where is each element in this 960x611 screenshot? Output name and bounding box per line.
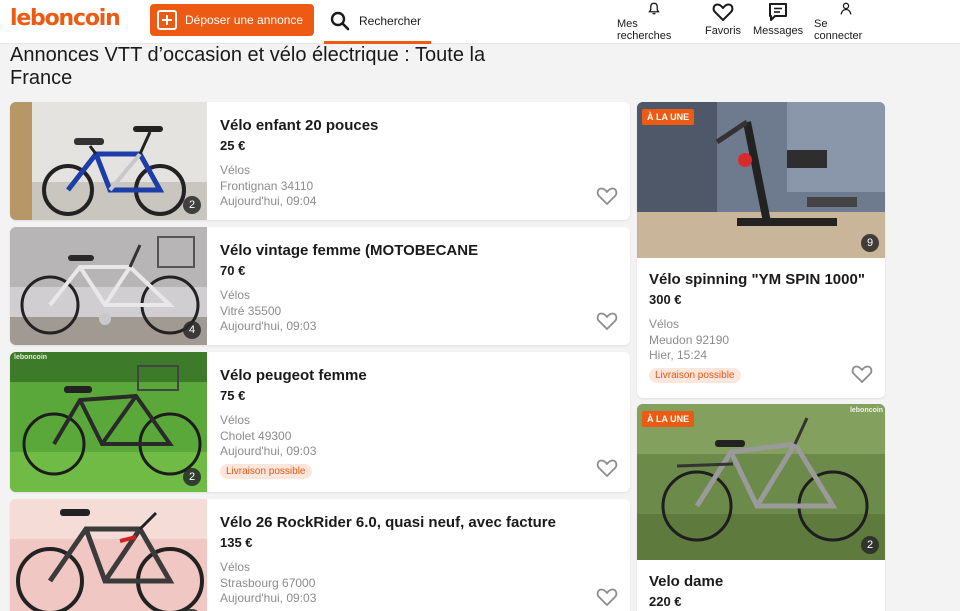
listing-category: Vélos (649, 317, 680, 331)
listing-title[interactable]: Vélo vintage femme (MOTOBECANE (220, 241, 590, 261)
listing-title[interactable]: Vélo 26 RockRider 6.0, quasi neuf, avec … (220, 513, 590, 533)
photo-count: 4 (183, 321, 201, 339)
photo-count: 2 (861, 536, 879, 554)
listing-card[interactable]: 10 Vélo 26 RockRider 6.0, quasi neuf, av… (10, 499, 630, 611)
listing-category: Vélos (220, 163, 251, 177)
delivery-badge: Livraison possible (220, 463, 312, 479)
top-header: leboncoin Déposer une annonce Rechercher… (0, 0, 960, 44)
listing-location: Cholet 49300 (220, 428, 292, 443)
post-ad-label: Déposer une annonce (185, 13, 304, 27)
listing-title[interactable]: Vélo enfant 20 pouces (220, 116, 590, 136)
listing-location: Frontignan 34110 (220, 178, 314, 193)
nav-favorites[interactable]: Favoris (703, 2, 743, 42)
listing-category: Vélos (220, 560, 251, 574)
nav-login[interactable]: Se connecter (814, 2, 878, 42)
chat-icon (769, 3, 787, 21)
site-logo[interactable]: leboncoin (10, 6, 121, 31)
photo-count: 2 (183, 468, 201, 486)
listing-date: Aujourd'hui, 09:03 (220, 591, 317, 605)
post-ad-button[interactable]: Déposer une annonce (150, 4, 314, 36)
nav-messages[interactable]: Messages (752, 2, 804, 42)
favorite-heart-icon[interactable] (596, 186, 618, 206)
listing-card[interactable]: leboncoin 2 Vélo peugeot femme 75 € Vélo… (10, 352, 630, 492)
listing-date: Aujourd'hui, 09:04 (220, 194, 317, 208)
listing-location: Vitré 35500 (220, 303, 282, 318)
featured-photo[interactable]: À LA UNE 9 (637, 102, 885, 258)
favorite-heart-icon[interactable] (596, 311, 618, 331)
featured-card[interactable]: À LA UNE 9 Vélo spinning "YM SPIN 1000" … (637, 102, 885, 398)
nav-saved-searches[interactable]: Mes recherches (617, 2, 691, 42)
search-icon (330, 11, 350, 30)
bell-icon (648, 2, 660, 15)
nav-login-label: Se connecter (814, 18, 863, 42)
search-button[interactable]: Rechercher (324, 0, 431, 44)
listing-date: Hier, 15:24 (649, 348, 708, 362)
listing-price: 135 € (220, 535, 253, 550)
listing-price: 70 € (220, 263, 246, 278)
listing-price: 300 € (649, 292, 682, 307)
listing-photo[interactable]: 4 (10, 227, 207, 345)
listing-location: Meudon 92190 (649, 332, 730, 347)
user-icon (840, 2, 852, 15)
listing-price: 75 € (220, 388, 246, 403)
page-title: Annonces VTT d’occasion et vélo électriq… (10, 44, 486, 89)
listing-date: Aujourd'hui, 09:03 (220, 319, 317, 333)
listing-title[interactable]: Velo dame (649, 572, 873, 592)
listing-photo[interactable]: 10 (10, 499, 207, 611)
delivery-badge: Livraison possible (649, 367, 741, 383)
featured-photo[interactable]: leboncoin À LA UNE 2 (637, 404, 885, 560)
favorite-heart-icon[interactable] (596, 587, 618, 607)
photo-watermark: leboncoin (14, 354, 48, 361)
featured-card[interactable]: leboncoin À LA UNE 2 Velo dame 220 € (637, 404, 885, 611)
listing-photo[interactable]: 2 (10, 102, 207, 220)
listing-category: Vélos (220, 413, 251, 427)
listing-location: Strasbourg 67000 (220, 575, 316, 590)
listing-date: Aujourd'hui, 09:03 (220, 444, 317, 458)
listing-title[interactable]: Vélo peugeot femme (220, 366, 590, 386)
photo-watermark: leboncoin (849, 407, 883, 414)
featured-badge: À LA UNE (642, 411, 695, 427)
photo-count: 9 (861, 234, 879, 252)
favorite-heart-icon[interactable] (596, 458, 618, 478)
listing-price: 25 € (220, 138, 246, 153)
photo-count: 2 (183, 196, 201, 214)
listing-card[interactable]: 4 Vélo vintage femme (MOTOBECANE 70 € Vé… (10, 227, 630, 345)
nav-favorites-label: Favoris (704, 25, 742, 37)
favorite-heart-icon[interactable] (851, 364, 873, 384)
nav-saved-searches-label: Mes recherches (617, 18, 672, 42)
listing-card[interactable]: 2 Vélo enfant 20 pouces 25 € Vélos Front… (10, 102, 630, 220)
listing-title[interactable]: Vélo spinning "YM SPIN 1000" (649, 270, 873, 290)
plus-icon (157, 10, 177, 30)
featured-badge: À LA UNE (642, 109, 695, 125)
heart-icon (712, 3, 734, 21)
listing-price: 220 € (649, 594, 682, 609)
nav-messages-label: Messages (752, 25, 804, 37)
search-label: Rechercher (359, 13, 422, 28)
listing-category: Vélos (220, 288, 251, 302)
listing-photo[interactable]: leboncoin 2 (10, 352, 207, 492)
